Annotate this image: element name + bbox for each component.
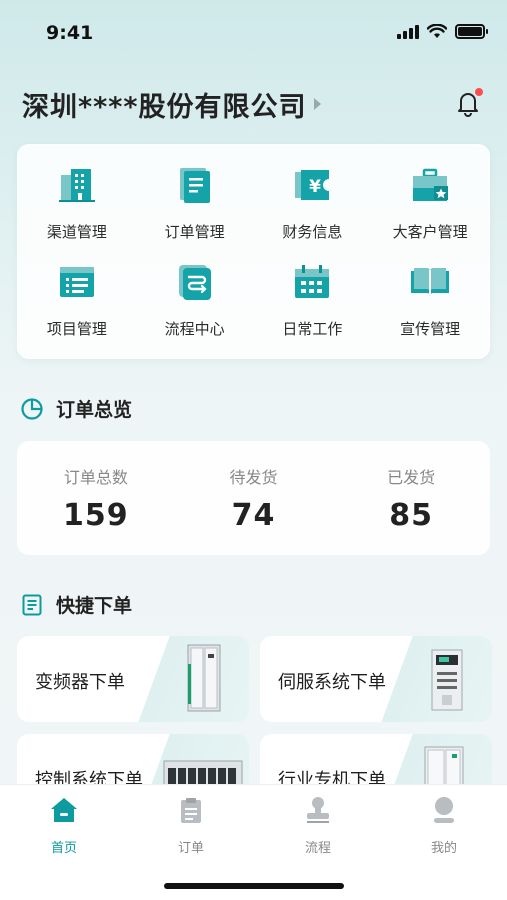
status-icons: [397, 24, 488, 39]
quick-order-control-system[interactable]: 控制系统下单: [17, 734, 249, 784]
svg-text:¥: ¥: [309, 177, 321, 197]
quick-order-label: 伺服系统下单: [278, 672, 386, 693]
quick-order-label: 变频器下单: [35, 672, 125, 693]
inverter-cabinet-image: [187, 644, 221, 712]
header: 深圳****股份有限公司: [22, 84, 485, 124]
func-label: 渠道管理: [46, 223, 107, 241]
overview-title: 订单总览: [56, 399, 133, 421]
quick-order-inverter[interactable]: 变频器下单: [17, 636, 249, 722]
stat-value: 159: [63, 497, 129, 533]
func-label: 流程中心: [164, 320, 225, 338]
cellular-signal-icon: [397, 24, 419, 39]
notification-badge: [475, 88, 483, 96]
func-key-account-management[interactable]: 大客户管理: [371, 163, 489, 260]
chevron-right-icon[interactable]: [314, 98, 322, 110]
flow-icon: [173, 260, 217, 304]
wifi-icon: [427, 24, 447, 38]
tab-label: 订单: [177, 841, 204, 856]
tab-process[interactable]: 流程: [278, 795, 358, 856]
user-icon: [434, 797, 454, 823]
func-label: 项目管理: [46, 320, 107, 338]
func-channel-management[interactable]: 渠道管理: [18, 163, 136, 260]
order-icon: [181, 798, 201, 823]
stat-label: 待发货: [229, 467, 278, 487]
func-label: 订单管理: [164, 223, 225, 241]
notification-bell-button[interactable]: [453, 88, 483, 118]
tab-mine[interactable]: 我的: [404, 795, 484, 856]
quick-order-section-title: 快捷下单: [20, 591, 132, 618]
tab-orders[interactable]: 订单: [151, 795, 231, 856]
stat-label: 已发货: [387, 467, 436, 487]
document-list-icon: [22, 594, 42, 615]
book-icon: [408, 260, 452, 304]
function-grid: 渠道管理 订单管理 ¥ 财务信息 大客户管理 项目管理 流程中心 日常工作 宣传…: [17, 144, 490, 359]
quick-order-industry-machine[interactable]: 行业专机下单: [260, 734, 492, 784]
stat-shipped[interactable]: 已发货 85: [336, 464, 486, 533]
tab-label: 流程: [304, 841, 331, 856]
func-finance-info[interactable]: ¥ 财务信息: [254, 163, 372, 260]
list-window-icon: [55, 260, 99, 304]
briefcase-star-icon: [408, 163, 452, 207]
quick-order-label: 行业专机下单: [278, 770, 386, 784]
stat-label: 订单总数: [63, 467, 128, 487]
func-daily-work[interactable]: 日常工作: [254, 260, 372, 357]
quick-order-grid: 变频器下单 伺服系统下单 控制系统下单 行业专机下单: [17, 636, 492, 784]
func-label: 宣传管理: [400, 320, 461, 338]
company-name[interactable]: 深圳****股份有限公司: [22, 85, 306, 124]
home-indicator: [164, 883, 344, 889]
calendar-icon: [290, 260, 334, 304]
tab-label: 首页: [50, 841, 77, 856]
home-icon: [51, 798, 77, 822]
func-promotion-management[interactable]: 宣传管理: [371, 260, 489, 357]
industry-machine-image: [424, 746, 464, 784]
func-order-management[interactable]: 订单管理: [136, 163, 254, 260]
servo-drive-image: [431, 649, 463, 711]
quick-order-title: 快捷下单: [56, 595, 133, 617]
quick-order-servo[interactable]: 伺服系统下单: [260, 636, 492, 722]
building-icon: [55, 163, 99, 207]
func-label: 大客户管理: [392, 223, 468, 241]
tab-label: 我的: [430, 841, 457, 856]
func-label: 日常工作: [282, 320, 343, 338]
overview-section-title: 订单总览: [20, 395, 132, 422]
stat-value: 85: [389, 497, 434, 533]
clipboard-icon: [173, 163, 217, 207]
tab-home[interactable]: 首页: [24, 795, 104, 856]
pie-chart-icon: [21, 397, 43, 420]
stat-value: 74: [231, 497, 276, 533]
func-process-center[interactable]: 流程中心: [136, 260, 254, 357]
battery-icon: [455, 24, 488, 39]
control-system-image: [163, 760, 243, 784]
status-bar: 9:41: [0, 0, 507, 66]
quick-order-label: 控制系统下单: [35, 770, 143, 784]
stat-total-orders[interactable]: 订单总数 159: [21, 464, 171, 533]
order-overview-card: 订单总数 159 待发货 74 已发货 85: [17, 441, 490, 555]
yen-ticket-icon: ¥: [290, 163, 334, 207]
stat-pending-shipment[interactable]: 待发货 74: [178, 464, 328, 533]
stamp-icon: [307, 797, 329, 823]
status-time: 9:41: [46, 22, 94, 44]
func-label: 财务信息: [282, 223, 343, 241]
func-project-management[interactable]: 项目管理: [18, 260, 136, 357]
